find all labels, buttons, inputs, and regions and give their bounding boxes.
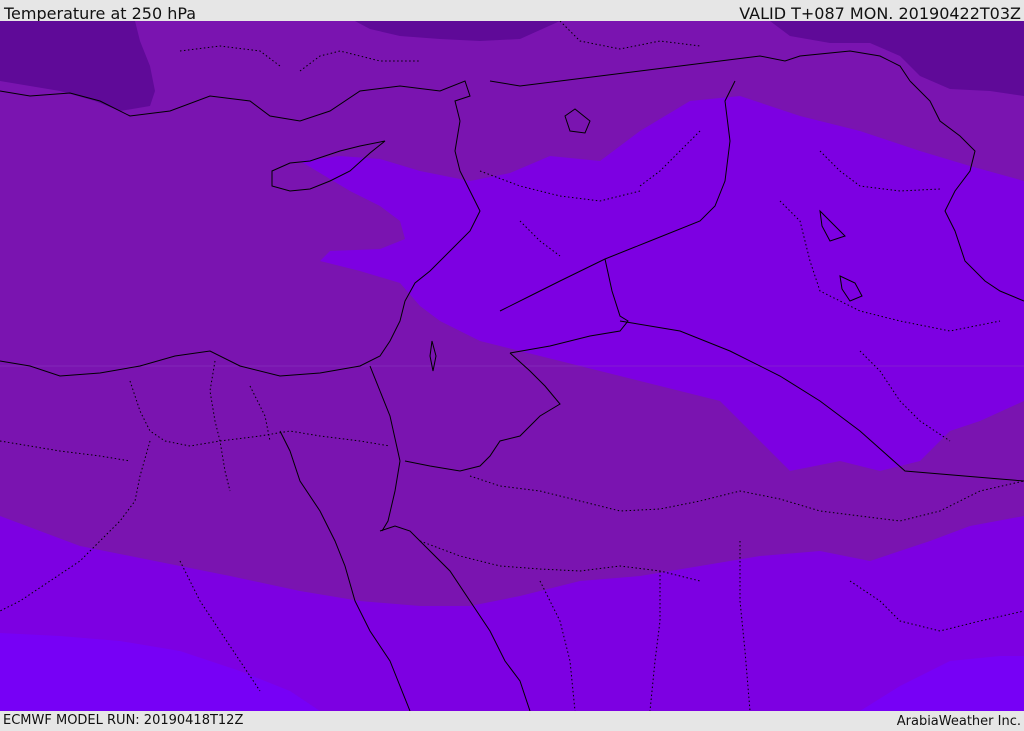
temperature-map[interactable] (0, 21, 1024, 711)
footer-bar: ECMWF MODEL RUN: 20190418T12Z ArabiaWeat… (0, 711, 1024, 729)
map-canvas (0, 21, 1024, 711)
map-title: Temperature at 250 hPa (4, 4, 197, 21)
credit-text: ArabiaWeather Inc. (896, 714, 1021, 729)
header-bar: Temperature at 250 hPa VALID T+087 MON. … (0, 0, 1024, 21)
model-run: ECMWF MODEL RUN: 20190418T12Z (3, 713, 244, 728)
valid-time: VALID T+087 MON. 20190422T03Z (739, 4, 1021, 21)
